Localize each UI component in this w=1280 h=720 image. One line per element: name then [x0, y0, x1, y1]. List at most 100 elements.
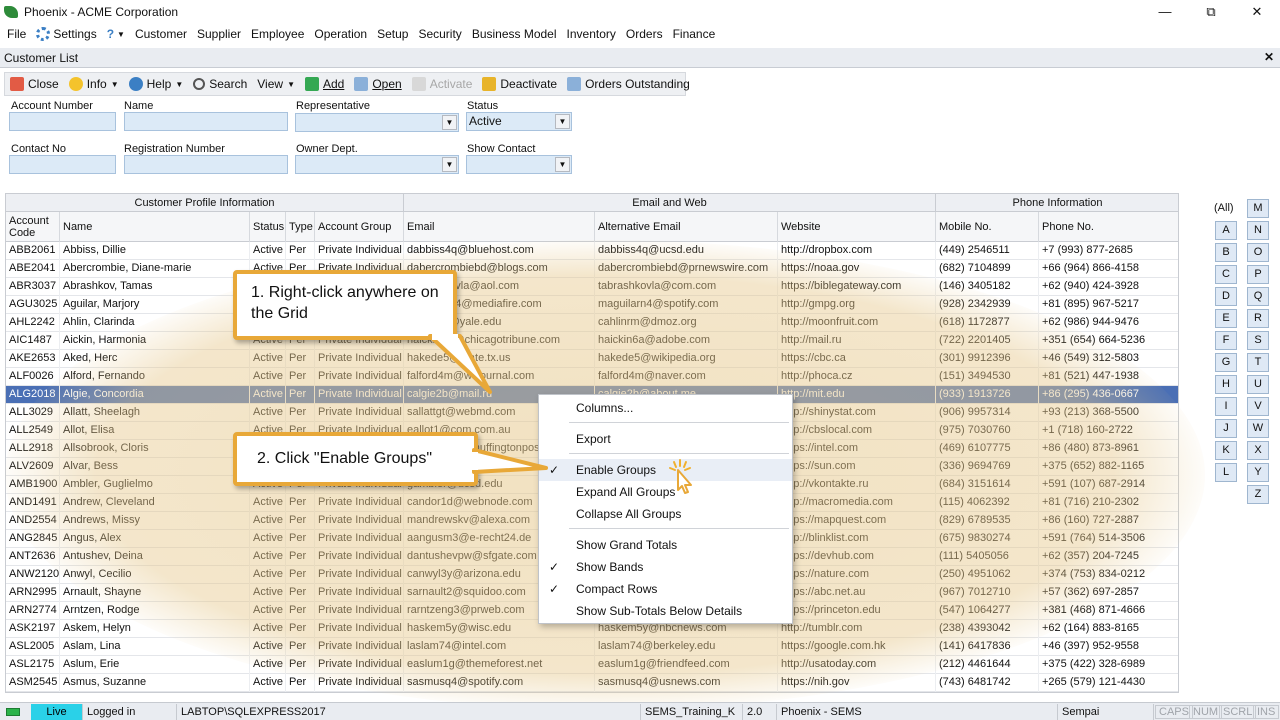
alpha-button-g[interactable]: G	[1215, 353, 1237, 372]
table-row[interactable]: AKE2653 Aked, Herc Active Per Private Indivi…	[6, 350, 1178, 368]
menu-orders[interactable]: Orders	[621, 27, 668, 41]
column-header-name[interactable]: Name	[60, 212, 250, 242]
alpha-button-q[interactable]: Q	[1247, 287, 1269, 306]
close-panel-icon[interactable]: ✕	[1262, 50, 1276, 64]
menu-settings[interactable]: Settings	[31, 27, 101, 41]
alpha-all-button[interactable]: (All)	[1214, 202, 1234, 214]
alpha-button-r[interactable]: R	[1247, 309, 1269, 328]
alpha-button-s[interactable]: S	[1247, 331, 1269, 350]
cell-mobile-no: (141) 6417836	[936, 638, 1039, 656]
column-header-website[interactable]: Website	[778, 212, 936, 242]
table-row[interactable]: ABE2041 Abercrombie, Diane-marie Active Per…	[6, 260, 1178, 278]
alpha-button-l[interactable]: L	[1215, 463, 1237, 482]
info-button[interactable]: Info ▼	[64, 73, 124, 95]
owner-dept-select[interactable]: ▼	[295, 155, 459, 174]
open-button[interactable]: Open	[349, 73, 406, 95]
minimize-button[interactable]: —	[1142, 0, 1188, 23]
contact-no-input[interactable]	[9, 155, 116, 174]
alpha-button-m[interactable]: M	[1247, 199, 1269, 218]
menu-business-model[interactable]: Business Model	[467, 27, 562, 41]
menu-finance[interactable]: Finance	[668, 27, 721, 41]
band-phone-info[interactable]: Phone Information	[936, 194, 1178, 212]
alpha-button-o[interactable]: O	[1247, 243, 1269, 262]
deactivate-button[interactable]: Deactivate	[477, 73, 562, 95]
table-row[interactable]: ASM2545 Asmus, Suzanne Active Per Private In…	[6, 674, 1178, 692]
column-header-status[interactable]: Status	[250, 212, 286, 242]
alpha-button-c[interactable]: C	[1215, 265, 1237, 284]
alpha-button-w[interactable]: W	[1247, 419, 1269, 438]
menu-inventory-label: Inventory	[566, 27, 616, 41]
column-header-phone-no[interactable]: Phone No.	[1039, 212, 1178, 242]
show-contact-select[interactable]: ▼	[466, 155, 572, 174]
menu-item-compact-rows[interactable]: ✓ Compact Rows	[539, 578, 792, 600]
table-row[interactable]: ASL2005 Aslam, Lina Active Per Private Indiv…	[6, 638, 1178, 656]
cell-alternative-email: cahlinrm@dmoz.org	[595, 314, 778, 332]
cell-name: Ahlin, Clarinda	[60, 314, 250, 332]
alpha-button-p[interactable]: P	[1247, 265, 1269, 284]
band-email-web[interactable]: Email and Web	[404, 194, 936, 212]
menu-inventory[interactable]: Inventory	[562, 27, 621, 41]
maximize-button[interactable]: ⧉	[1188, 0, 1234, 23]
alpha-button-a[interactable]: A	[1215, 221, 1237, 240]
view-button[interactable]: View ▼	[252, 73, 300, 95]
activate-button[interactable]: Activate	[407, 73, 478, 95]
menu-item-export[interactable]: Export	[539, 428, 792, 450]
table-row[interactable]: AHL2242Ahlin, ClarindaActivePerPrivate I…	[6, 314, 1178, 332]
column-header-account-group[interactable]: Account Group	[315, 212, 404, 242]
menu-item-show-subtotals-below-details[interactable]: Show Sub-Totals Below Details	[539, 600, 792, 622]
menu-security[interactable]: Security	[413, 27, 466, 41]
alpha-button-j[interactable]: J	[1215, 419, 1237, 438]
menu-settings-label: Settings	[53, 27, 97, 41]
table-row[interactable]: ABR3037Abrashkov, TamasActivePerPrivate …	[6, 278, 1178, 296]
alpha-button-b[interactable]: B	[1215, 243, 1237, 262]
alpha-button-h[interactable]: H	[1215, 375, 1237, 394]
account-number-input[interactable]	[9, 112, 116, 131]
menu-item-collapse-all-groups[interactable]: Collapse All Groups	[539, 503, 792, 525]
alpha-button-k[interactable]: K	[1215, 441, 1237, 460]
orders-outstanding-button[interactable]: Orders Outstanding	[562, 73, 695, 95]
alpha-button-f[interactable]: F	[1215, 331, 1237, 350]
help-button[interactable]: Help ▼	[124, 73, 189, 95]
status-select[interactable]: Active ▼	[466, 112, 572, 131]
alpha-button-e[interactable]: E	[1215, 309, 1237, 328]
registration-number-input[interactable]	[124, 155, 288, 174]
menu-supplier[interactable]: Supplier	[192, 27, 246, 41]
alpha-button-y[interactable]: Y	[1247, 463, 1269, 482]
table-row[interactable]: AGU3025Aguilar, MarjoryActivePerPrivate …	[6, 296, 1178, 314]
menu-help[interactable]: ? ▼	[102, 27, 130, 41]
table-row[interactable]: ABB2061 Abbiss, Dillie Active Per Private In…	[6, 242, 1178, 260]
representative-select[interactable]: ▼	[295, 113, 459, 132]
alpha-button-z[interactable]: Z	[1247, 485, 1269, 504]
menu-item-columns[interactable]: Columns...	[539, 397, 792, 419]
column-header-account-code[interactable]: Account Code	[6, 212, 60, 242]
cell-account-code: ALL2549	[6, 422, 60, 440]
alpha-button-i[interactable]: I	[1215, 397, 1237, 416]
search-button[interactable]: Search	[188, 73, 252, 95]
table-row[interactable]: AIC1487 Aickin, Harmonia Active Per Private …	[6, 332, 1178, 350]
alpha-button-t[interactable]: T	[1247, 353, 1269, 372]
close-button[interactable]: Close	[5, 73, 64, 95]
add-button[interactable]: Add	[300, 73, 349, 95]
menu-item-show-bands[interactable]: ✓ Show Bands	[539, 556, 792, 578]
table-row[interactable]: ALF0026 Alford, Fernando Active Per Private …	[6, 368, 1178, 386]
alpha-button-u[interactable]: U	[1247, 375, 1269, 394]
menu-file[interactable]: File	[2, 27, 31, 41]
alpha-button-v[interactable]: V	[1247, 397, 1269, 416]
column-header-alternative-email[interactable]: Alternative Email	[595, 212, 778, 242]
menu-setup[interactable]: Setup	[372, 27, 413, 41]
table-row[interactable]: ASL2175 Aslum, Erie Active Per Private Indiv…	[6, 656, 1178, 674]
alpha-button-d[interactable]: D	[1215, 287, 1237, 306]
name-input[interactable]	[124, 112, 288, 131]
band-customer-profile[interactable]: Customer Profile Information	[6, 194, 404, 212]
menu-operation[interactable]: Operation	[309, 27, 372, 41]
column-header-email[interactable]: Email	[404, 212, 595, 242]
column-header-mobile-no[interactable]: Mobile No.	[936, 212, 1039, 242]
menu-employee[interactable]: Employee	[246, 27, 309, 41]
alpha-button-x[interactable]: X	[1247, 441, 1269, 460]
menu-item-show-grand-totals[interactable]: Show Grand Totals	[539, 534, 792, 556]
menu-customer[interactable]: Customer	[130, 27, 192, 41]
cell-website: https://mapquest.com	[778, 512, 936, 530]
close-window-button[interactable]: ✕	[1234, 0, 1280, 23]
alpha-button-n[interactable]: N	[1247, 221, 1269, 240]
column-header-type[interactable]: Type	[286, 212, 315, 242]
